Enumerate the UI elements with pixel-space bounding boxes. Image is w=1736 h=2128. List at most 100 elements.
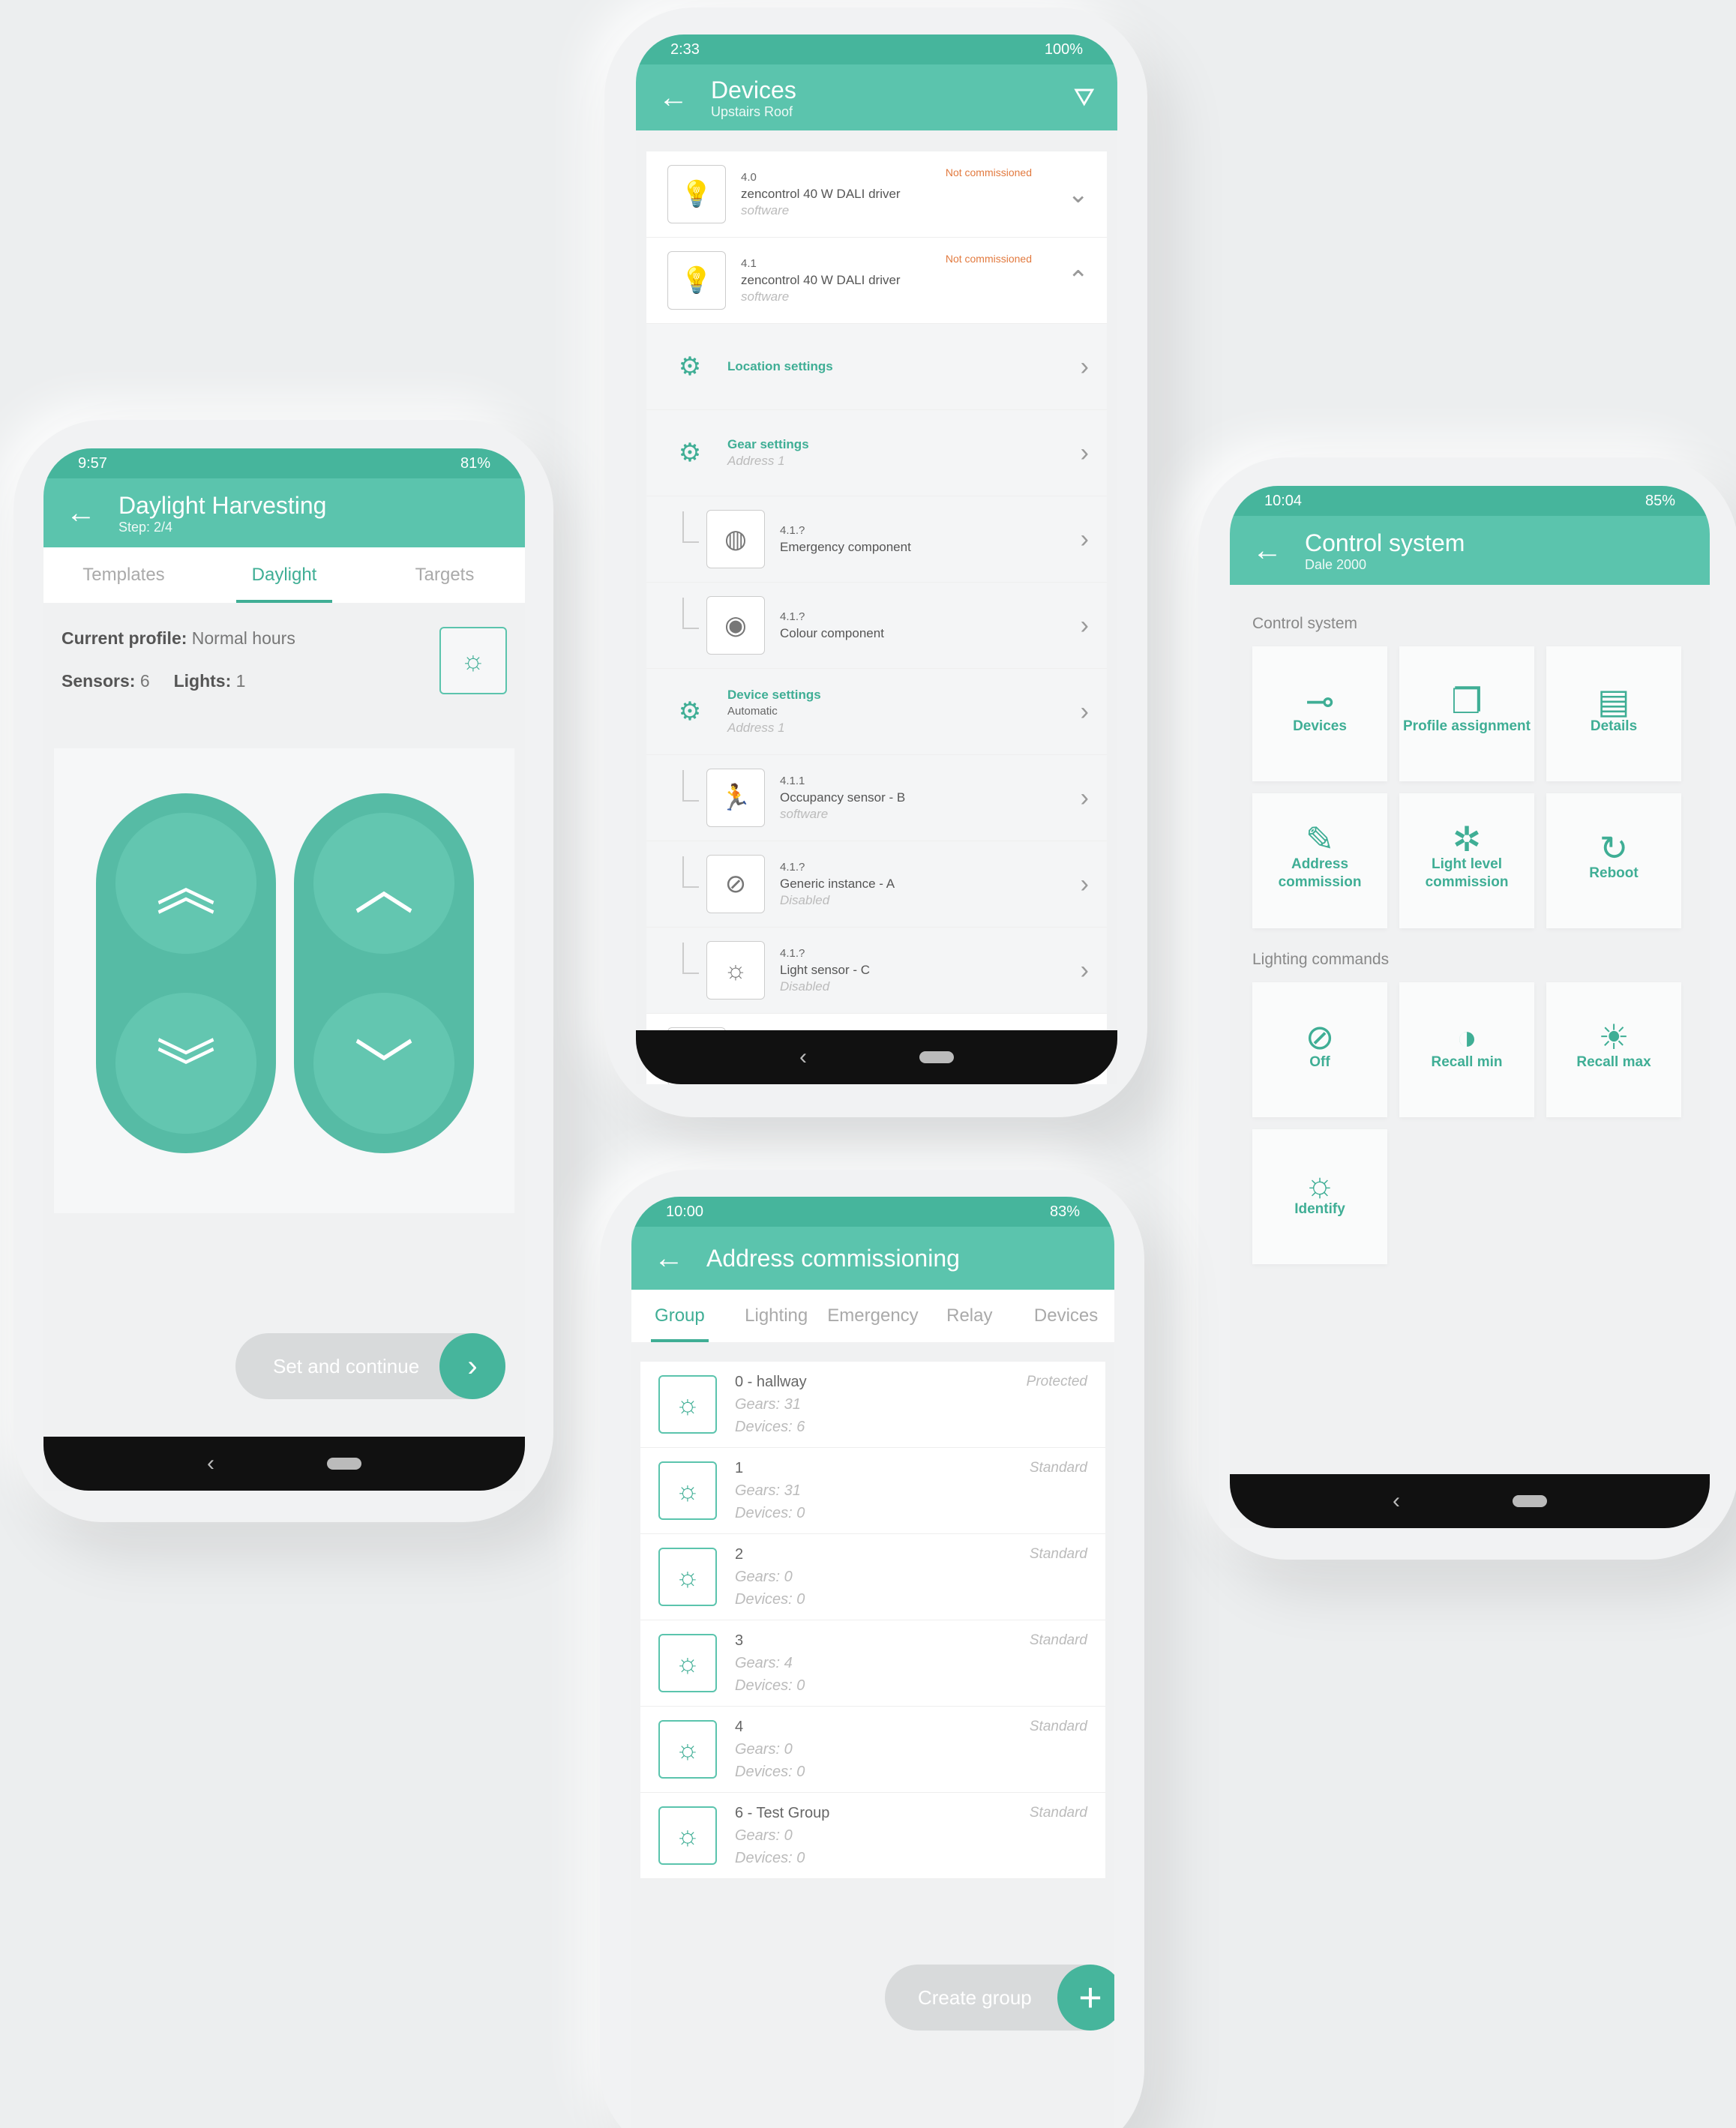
control-screen: 10:04 85% ← Control system Dale 2000 Con… (1230, 486, 1710, 1528)
step-dim-control: ︿ ﹀ (294, 793, 474, 1153)
profile-bulb-button[interactable]: ☼ (439, 627, 507, 694)
set-continue-button[interactable]: Set and continue › (235, 1333, 505, 1399)
tile-profile-assignment[interactable]: ❐ Profile assignment (1399, 646, 1534, 781)
recall-max-icon: ☀ (1598, 1018, 1630, 1057)
device-row[interactable]: 🏃 4.1.1 Occupancy sensor - B software › (646, 755, 1107, 841)
back-arrow-icon[interactable]: ← (654, 1242, 706, 1275)
fast-up-button[interactable]: ︽ (115, 813, 256, 954)
back-arrow-icon[interactable]: ← (66, 496, 118, 530)
device-address: 4.1.? (780, 610, 805, 623)
fast-dim-control: ︽ ︾ (96, 793, 276, 1153)
tile-reboot[interactable]: ↻ Reboot (1546, 793, 1681, 928)
status-battery: 85% (1645, 492, 1675, 509)
set-continue-label: Set and continue (273, 1354, 420, 1377)
device-row[interactable]: ⊘ 4.1.? Generic instance - A Disabled › (646, 841, 1107, 928)
colour-wheel-icon: ◉ (706, 596, 765, 655)
tile-label: Details (1590, 718, 1638, 734)
tab-devices[interactable]: Devices (1018, 1290, 1114, 1342)
step-down-button[interactable]: ﹀ (313, 993, 454, 1134)
group-devices: Devices: 0 (735, 1850, 805, 1866)
back-arrow-icon[interactable]: ← (1252, 534, 1305, 568)
group-name: 6 - Test Group (735, 1805, 830, 1821)
back-arrow-icon[interactable]: ← (658, 81, 711, 115)
tab-templates[interactable]: Templates (43, 547, 204, 603)
chevron-icon[interactable]: › (1081, 956, 1089, 985)
tile-light-level-commission[interactable]: ✲ Light level commission (1399, 793, 1534, 928)
tab-daylight[interactable]: Daylight (204, 547, 364, 603)
nav-home-icon[interactable] (327, 1458, 361, 1470)
tile-devices[interactable]: ⊸ Devices (1252, 646, 1387, 781)
group-type: Standard (1029, 1719, 1087, 1734)
device-row[interactable]: ◍ 4.1.? Emergency component › (646, 496, 1107, 583)
page-title: Control system (1305, 529, 1465, 556)
device-name: Colour component (780, 626, 884, 640)
setting-address: Address 1 (727, 721, 785, 735)
chevron-up-icon: ︿ (354, 855, 414, 922)
chevron-icon[interactable]: › (1081, 870, 1089, 899)
tab-emergency[interactable]: Emergency (825, 1290, 922, 1342)
filter-icon[interactable]: ⛛ (1073, 83, 1095, 112)
group-row[interactable]: ☼ 0 - hallway Gears: 31 Devices: 6 Protected (640, 1362, 1105, 1448)
group-row[interactable]: ☼ 4 Gears: 0 Devices: 0 Standard (640, 1707, 1105, 1793)
device-row[interactable]: ⚙ Location settings › (646, 324, 1107, 410)
chevron-icon[interactable]: ⌃ (1068, 265, 1090, 295)
tile-off[interactable]: ⊘ Off (1252, 982, 1387, 1117)
tile-details[interactable]: ▤ Details (1546, 646, 1681, 781)
address-commission-icon: ✎ (1305, 820, 1335, 859)
tab-group[interactable]: Group (631, 1290, 728, 1342)
device-row[interactable]: ◉ 4.1.? Colour component › (646, 583, 1107, 669)
nav-home-icon[interactable] (1513, 1495, 1547, 1507)
setting-address: Address 1 (727, 454, 785, 468)
tile-recall-max[interactable]: ☀ Recall max (1546, 982, 1681, 1117)
step-up-button[interactable]: ︿ (313, 813, 454, 954)
chevron-icon[interactable]: › (1081, 439, 1089, 468)
group-name: 0 - hallway (735, 1374, 807, 1390)
device-row[interactable]: 💡4.1zencontrol 40 W DALI driversoftwareN… (646, 238, 1107, 324)
device-row[interactable]: ⚙ Gear settings Address 1 › (646, 410, 1107, 496)
nav-home-icon[interactable] (919, 1051, 954, 1063)
device-address: 4.1.? (780, 524, 805, 537)
chevron-icon[interactable]: › (1081, 352, 1089, 382)
chevron-icon[interactable]: › (1081, 525, 1089, 554)
plus-icon[interactable]: + (1057, 1965, 1114, 2031)
chevron-right-icon[interactable]: › (439, 1333, 505, 1399)
tab-targets[interactable]: Targets (364, 547, 525, 603)
bulb-icon: ☼ (658, 1720, 717, 1779)
setting-mode: Automatic (727, 705, 778, 718)
chevron-icon[interactable]: › (1081, 611, 1089, 640)
phone-devices: 2:33 100% ← Devices Upstairs Roof ⛛ 💡 4.0… (604, 7, 1147, 1117)
nav-back-icon[interactable]: ‹ (799, 1045, 807, 1070)
chevron-icon[interactable]: › (1081, 697, 1089, 727)
device-row[interactable]: ⚙ Device settings Automatic Address 1 › (646, 669, 1107, 755)
group-row[interactable]: ☼ 2 Gears: 0 Devices: 0 Standard (640, 1534, 1105, 1620)
tile-address-commission[interactable]: ✎ Address commission (1252, 793, 1387, 928)
group-devices: Devices: 0 (735, 1591, 805, 1608)
bulb-icon: ☼ (658, 1375, 717, 1434)
group-row[interactable]: ☼ 6 - Test Group Gears: 0 Devices: 0 Standar… (640, 1793, 1105, 1879)
tile-recall-min[interactable]: ◑ Recall min (1399, 982, 1534, 1117)
nav-back-icon[interactable]: ‹ (1393, 1488, 1400, 1514)
group-row[interactable]: ☼ 1 Gears: 31 Devices: 0 Standard (640, 1448, 1105, 1534)
tile-identify[interactable]: ☼ Identify (1252, 1129, 1387, 1264)
section-control-system: Control system (1252, 615, 1358, 632)
device-row[interactable]: 💡 4.0 zencontrol 40 W DALI driver software N… (646, 151, 1107, 238)
group-type: Standard (1029, 1632, 1087, 1648)
chevron-icon[interactable]: › (1081, 784, 1089, 813)
tab-lighting[interactable]: Lighting (728, 1290, 825, 1342)
status-bar: 9:57 81% (43, 448, 525, 478)
sensors-value: 6 (139, 671, 150, 691)
create-group-button[interactable]: Create group + (885, 1965, 1114, 2031)
device-subtext: Disabled (780, 979, 830, 994)
device-row[interactable]: ☼ 4.1.? Light sensor - C Disabled › (646, 928, 1107, 1014)
dimming-control-card: ︽ ︾ ︿ ﹀ (54, 748, 514, 1213)
sensors-label: Sensors: (61, 671, 136, 691)
chevron-icon[interactable]: ⌄ (1068, 179, 1090, 209)
nav-back-icon[interactable]: ‹ (207, 1451, 214, 1476)
tile-label: Off (1309, 1054, 1330, 1070)
group-type: Standard (1029, 1805, 1087, 1821)
fast-down-button[interactable]: ︾ (115, 993, 256, 1134)
tab-relay[interactable]: Relay (921, 1290, 1018, 1342)
group-row[interactable]: ☼ 3 Gears: 4 Devices: 0 Standard (640, 1620, 1105, 1707)
devices-screen: 2:33 100% ← Devices Upstairs Roof ⛛ 💡 4.0… (636, 34, 1117, 1084)
device-subtext: software (741, 203, 790, 217)
